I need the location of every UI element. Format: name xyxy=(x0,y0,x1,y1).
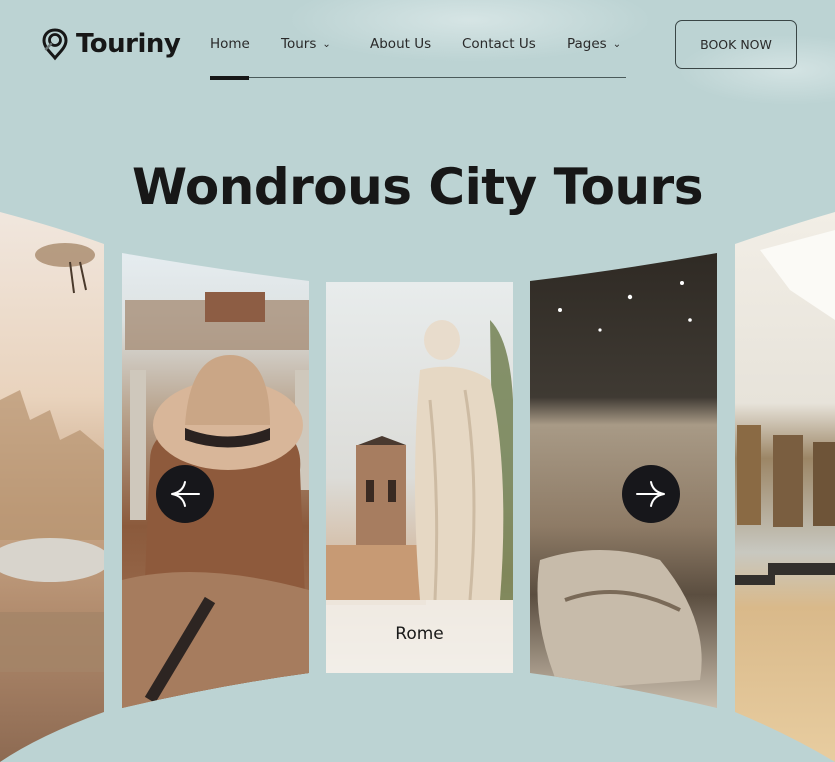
carousel-next-button[interactable] xyxy=(622,465,680,523)
arrow-left-icon xyxy=(171,481,200,507)
carousel xyxy=(0,200,835,762)
tour-card-gallery[interactable] xyxy=(735,210,835,762)
tour-card-traveler[interactable] xyxy=(122,250,310,710)
arrow-right-icon xyxy=(636,481,665,507)
tour-card-stone[interactable] xyxy=(530,250,717,710)
tour-card-rome[interactable] xyxy=(326,282,513,673)
card-label-rome: Rome xyxy=(395,624,444,644)
tour-card-seagull[interactable] xyxy=(0,200,110,762)
carousel-prev-button[interactable] xyxy=(156,465,214,523)
